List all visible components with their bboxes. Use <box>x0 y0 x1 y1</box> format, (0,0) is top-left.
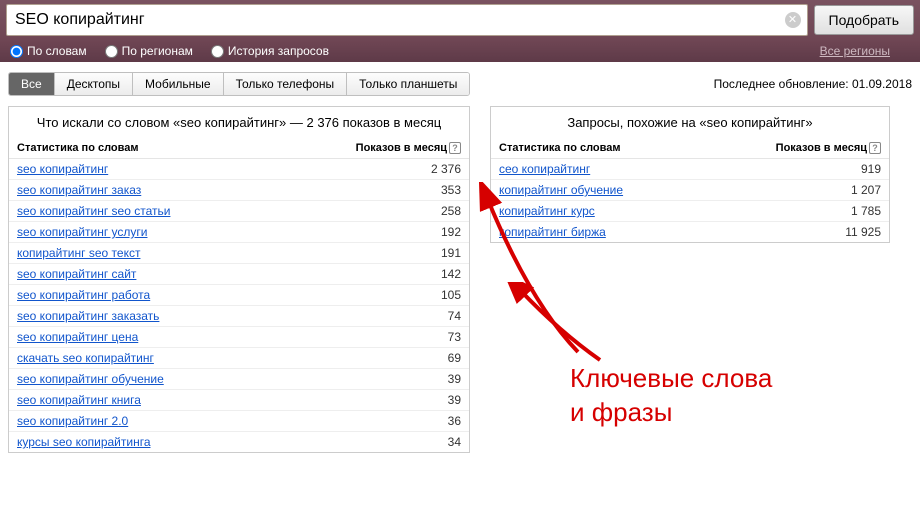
left-panel: Что искали со словом «seo копирайтинг» —… <box>8 106 470 453</box>
all-regions-link[interactable]: Все регионы <box>820 44 890 58</box>
search-bar: ✕ Подобрать <box>0 0 920 40</box>
keyword-link[interactable]: seo копирайтинг заказ <box>17 183 141 197</box>
views-value: 142 <box>441 267 461 281</box>
table-row: скачать seo копирайтинг 69 <box>9 348 469 369</box>
keyword-link[interactable]: seo копирайтинг 2.0 <box>17 414 128 428</box>
annotation-text: Ключевые слова и фразы <box>570 362 772 430</box>
search-input[interactable] <box>7 5 807 35</box>
keyword-link[interactable]: seo копирайтинг сайт <box>17 267 136 281</box>
views-value: 11 925 <box>845 225 881 239</box>
views-value: 105 <box>441 288 461 302</box>
views-value: 39 <box>448 372 461 386</box>
radio-history[interactable]: История запросов <box>211 44 329 58</box>
keyword-link[interactable]: seo копирайтинг цена <box>17 330 138 344</box>
keyword-link[interactable]: копирайтинг seo текст <box>17 246 140 260</box>
last-update: Последнее обновление: 01.09.2018 <box>714 77 912 91</box>
keyword-link[interactable]: копирайтинг обучение <box>499 183 623 197</box>
table-row: копирайтинг обучение 1 207 <box>491 180 889 201</box>
table-row: seo копирайтинг работа 105 <box>9 285 469 306</box>
col-stat-header: Статистика по словам <box>17 142 139 154</box>
views-value: 919 <box>861 162 881 176</box>
annotation-line: Ключевые слова <box>570 362 772 396</box>
radio-input[interactable] <box>10 45 23 58</box>
keyword-link[interactable]: сео копирайтинг <box>499 162 590 176</box>
annotation-line: и фразы <box>570 396 772 430</box>
arrow-icon <box>500 282 610 372</box>
tab-desktops[interactable]: Десктопы <box>55 73 133 95</box>
keyword-link[interactable]: seo копирайтинг seo статьи <box>17 204 170 218</box>
views-value: 39 <box>448 393 461 407</box>
table-row: копирайтинг seo текст 191 <box>9 243 469 264</box>
keyword-link[interactable]: seo копирайтинг <box>17 162 108 176</box>
filter-row: По словам По регионам История запросов В… <box>0 40 920 62</box>
table-row: копирайтинг биржа 11 925 <box>491 222 889 242</box>
keyword-link[interactable]: копирайтинг курс <box>499 204 595 218</box>
col-stat-header: Статистика по словам <box>499 142 621 154</box>
right-panel-header: Статистика по словам Показов в месяц? <box>491 138 889 159</box>
tab-phones-only[interactable]: Только телефоны <box>224 73 348 95</box>
table-row: seo копирайтинг цена 73 <box>9 327 469 348</box>
views-value: 258 <box>441 204 461 218</box>
device-tabs: Все Десктопы Мобильные Только телефоны Т… <box>8 72 470 96</box>
left-panel-title: Что искали со словом «seo копирайтинг» —… <box>9 107 469 138</box>
help-icon[interactable]: ? <box>869 142 881 154</box>
views-value: 69 <box>448 351 461 365</box>
tab-tablets-only[interactable]: Только планшеты <box>347 73 469 95</box>
views-value: 353 <box>441 183 461 197</box>
keyword-link[interactable]: seo копирайтинг заказать <box>17 309 159 323</box>
views-value: 191 <box>441 246 461 260</box>
radio-input[interactable] <box>105 45 118 58</box>
views-value: 73 <box>448 330 461 344</box>
radio-by-regions[interactable]: По регионам <box>105 44 193 58</box>
table-row: seo копирайтинг заказать 74 <box>9 306 469 327</box>
views-value: 192 <box>441 225 461 239</box>
help-icon[interactable]: ? <box>449 142 461 154</box>
tab-all[interactable]: Все <box>9 73 55 95</box>
table-row: курсы seo копирайтинга 34 <box>9 432 469 452</box>
views-value: 34 <box>448 435 461 449</box>
views-value: 74 <box>448 309 461 323</box>
tab-mobile[interactable]: Мобильные <box>133 73 224 95</box>
radio-label: По регионам <box>122 44 193 58</box>
table-row: seo копирайтинг seo статьи 258 <box>9 201 469 222</box>
views-value: 1 207 <box>851 183 881 197</box>
radio-label: По словам <box>27 44 87 58</box>
table-row: seo копирайтинг книга 39 <box>9 390 469 411</box>
clear-icon[interactable]: ✕ <box>785 12 801 28</box>
search-input-wrapper: ✕ <box>6 4 808 36</box>
views-value: 2 376 <box>431 162 461 176</box>
table-row: seo копирайтинг сайт 142 <box>9 264 469 285</box>
panels-container: Что искали со словом «seo копирайтинг» —… <box>0 102 920 461</box>
table-row: копирайтинг курс 1 785 <box>491 201 889 222</box>
views-value: 1 785 <box>851 204 881 218</box>
col-views-header: Показов в месяц? <box>356 142 461 154</box>
right-panel: Запросы, похожие на «seo копирайтинг» Ст… <box>490 106 890 243</box>
keyword-link[interactable]: копирайтинг биржа <box>499 225 606 239</box>
table-row: seo копирайтинг 2 376 <box>9 159 469 180</box>
keyword-link[interactable]: seo копирайтинг книга <box>17 393 141 407</box>
table-row: seo копирайтинг услуги 192 <box>9 222 469 243</box>
left-panel-header: Статистика по словам Показов в месяц? <box>9 138 469 159</box>
table-row: seo копирайтинг заказ 353 <box>9 180 469 201</box>
col-views-header: Показов в месяц? <box>776 142 881 154</box>
table-row: seo копирайтинг 2.0 36 <box>9 411 469 432</box>
keyword-link[interactable]: seo копирайтинг обучение <box>17 372 164 386</box>
table-row: сео копирайтинг 919 <box>491 159 889 180</box>
radio-by-words[interactable]: По словам <box>10 44 87 58</box>
submit-button[interactable]: Подобрать <box>814 5 915 35</box>
keyword-link[interactable]: скачать seo копирайтинг <box>17 351 154 365</box>
keyword-link[interactable]: курсы seo копирайтинга <box>17 435 151 449</box>
table-row: seo копирайтинг обучение 39 <box>9 369 469 390</box>
radio-label: История запросов <box>228 44 329 58</box>
right-panel-title: Запросы, похожие на «seo копирайтинг» <box>491 107 889 138</box>
tabs-row: Все Десктопы Мобильные Только телефоны Т… <box>0 62 920 102</box>
views-value: 36 <box>448 414 461 428</box>
radio-input[interactable] <box>211 45 224 58</box>
keyword-link[interactable]: seo копирайтинг услуги <box>17 225 147 239</box>
keyword-link[interactable]: seo копирайтинг работа <box>17 288 150 302</box>
